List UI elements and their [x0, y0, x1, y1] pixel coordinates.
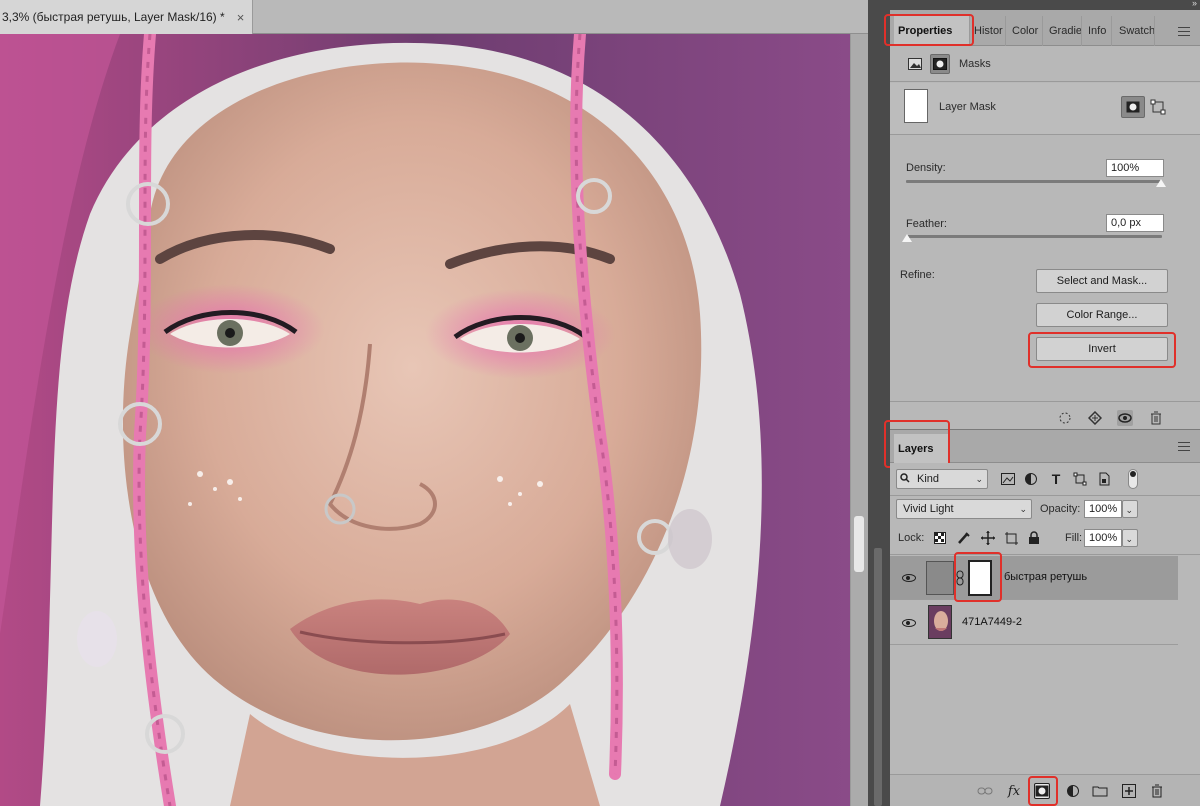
lock-position-icon[interactable]	[980, 530, 996, 546]
pixel-mask-icon[interactable]	[905, 54, 925, 74]
density-label: Density:	[906, 162, 946, 174]
properties-header: Masks	[890, 46, 1200, 82]
adjustment-layer-icon[interactable]	[1065, 783, 1081, 799]
fx-icon[interactable]: fx	[1006, 783, 1022, 799]
document-tab-bar: 3,3% (быстрая ретушь, Layer Mask/16) * ×	[0, 0, 868, 34]
document-tab-title: 3,3% (быстрая ретушь, Layer Mask/16) *	[2, 10, 225, 24]
feather-field[interactable]: 0,0 px	[1106, 214, 1164, 232]
feather-slider-track[interactable]	[906, 235, 1162, 238]
opacity-label: Opacity:	[1040, 503, 1081, 515]
separator	[890, 495, 1200, 496]
adjustment-filter-icon[interactable]	[1023, 471, 1039, 487]
lock-label: Lock:	[898, 532, 925, 544]
opacity-field[interactable]: 100%	[1084, 500, 1122, 518]
layer-mask-row: Layer Mask	[890, 83, 1200, 135]
layers-footer: fx	[890, 774, 1200, 806]
layer-thumbnail	[926, 561, 954, 595]
layer-mask-label: Layer Mask	[939, 101, 996, 113]
layer-name[interactable]: быстрая ретушь	[1004, 571, 1087, 583]
layers-panel: Kind ⌄ T Vivid Light ⌄ Opacity: 100% ⌄ L…	[890, 463, 1200, 806]
properties-footer	[890, 401, 1200, 429]
layers-tab-bar: Layers	[884, 420, 1200, 468]
photo-thumbnail	[928, 605, 952, 639]
document-tab[interactable]: 3,3% (быстрая ретушь, Layer Mask/16) * ×	[0, 0, 253, 34]
tab-info[interactable]: Info	[1084, 16, 1112, 46]
canvas-image[interactable]	[0, 34, 850, 806]
chevron-down-icon: ⌄	[1125, 534, 1133, 544]
lock-pixels-icon[interactable]	[956, 530, 972, 546]
tab-swatches[interactable]: Swatch	[1115, 16, 1155, 46]
opacity-dropdown[interactable]: ⌄	[1122, 500, 1138, 518]
layer-name[interactable]: 471A7449-2	[962, 616, 1022, 628]
link-layers-icon[interactable]	[977, 783, 993, 799]
layer-mask-thumbnail[interactable]	[968, 560, 992, 596]
layer-row-photo[interactable]: 471A7449-2	[890, 601, 1178, 645]
fill-label: Fill:	[1065, 532, 1083, 544]
tab-properties[interactable]: Properties	[894, 16, 970, 46]
separator	[890, 554, 1200, 555]
vector-mask-icon[interactable]	[1148, 97, 1168, 117]
chevron-down-icon: ⌄	[1019, 504, 1027, 514]
properties-panel: Masks Layer Mask Density: 100% Feather: …	[890, 46, 1200, 429]
masks-label: Masks	[959, 58, 991, 70]
mask-thumbnail	[904, 89, 928, 123]
collapse-panels-icon[interactable]: ››	[1192, 0, 1197, 8]
panel-top-strip: ››	[890, 0, 1200, 10]
tab-gradients[interactable]: Gradie	[1045, 16, 1082, 46]
trash-icon[interactable]	[1149, 783, 1165, 799]
chevron-down-icon: ⌄	[975, 474, 983, 484]
canvas-vertical-scrollbar[interactable]	[850, 34, 868, 806]
type-filter-icon[interactable]: T	[1048, 471, 1064, 487]
image-filter-icon[interactable]	[1000, 471, 1016, 487]
color-range-button[interactable]: Color Range...	[1036, 303, 1168, 327]
filter-value: Kind	[917, 473, 940, 485]
trash-icon[interactable]	[1148, 410, 1164, 426]
blend-mode-value: Vivid Light	[903, 503, 954, 515]
eye-icon[interactable]	[902, 574, 916, 582]
invert-button[interactable]: Invert	[1036, 337, 1168, 361]
add-mask-icon[interactable]	[1034, 783, 1050, 799]
load-selection-icon[interactable]	[1057, 410, 1073, 426]
portrait-photo	[0, 34, 850, 806]
layer-mask-icon[interactable]	[930, 54, 950, 74]
select-and-mask-button[interactable]: Select and Mask...	[1036, 269, 1168, 293]
panel-scrollbar[interactable]	[874, 548, 882, 806]
tab-layers[interactable]: Layers	[894, 434, 950, 464]
close-icon[interactable]: ×	[237, 10, 245, 25]
fill-field[interactable]: 100%	[1084, 529, 1122, 547]
layer-mask-mode-icon[interactable]	[1121, 96, 1145, 118]
chevron-down-icon: ⌄	[1125, 505, 1133, 515]
refine-label: Refine:	[900, 269, 935, 281]
properties-tab-bar: Properties Histor Color Gradie Info Swat…	[884, 10, 1200, 46]
group-folder-icon[interactable]	[1092, 783, 1108, 799]
density-field[interactable]: 100%	[1106, 159, 1164, 177]
lock-transparent-icon[interactable]	[932, 530, 948, 546]
lock-artboard-icon[interactable]	[1003, 530, 1019, 546]
density-slider-track[interactable]	[906, 180, 1162, 183]
shape-filter-icon[interactable]	[1072, 471, 1088, 487]
panel-menu-icon[interactable]	[1178, 27, 1190, 36]
layers-menu-icon[interactable]	[1178, 442, 1190, 451]
smart-object-filter-icon[interactable]	[1096, 471, 1112, 487]
filter-toggle[interactable]	[1128, 469, 1138, 489]
layer-row-retouch[interactable]: быстрая ретушь	[890, 552, 1178, 602]
feather-slider-knob[interactable]	[902, 234, 912, 242]
density-slider-knob[interactable]	[1156, 179, 1166, 187]
visibility-icon[interactable]	[1117, 410, 1133, 426]
apply-mask-icon[interactable]	[1087, 410, 1103, 426]
eye-icon[interactable]	[902, 619, 916, 627]
lock-all-icon[interactable]	[1026, 530, 1042, 546]
search-icon	[900, 473, 910, 483]
tab-histogram[interactable]: Histor	[970, 16, 1006, 46]
blend-mode-select[interactable]: Vivid Light ⌄	[896, 499, 1032, 519]
feather-label: Feather:	[906, 218, 947, 230]
new-layer-icon[interactable]	[1121, 783, 1137, 799]
chain-link-icon[interactable]	[956, 570, 964, 586]
tab-color[interactable]: Color	[1008, 16, 1043, 46]
fill-dropdown[interactable]: ⌄	[1122, 529, 1138, 547]
scrollbar-thumb[interactable]	[854, 516, 864, 572]
panel-gutter	[868, 0, 890, 806]
